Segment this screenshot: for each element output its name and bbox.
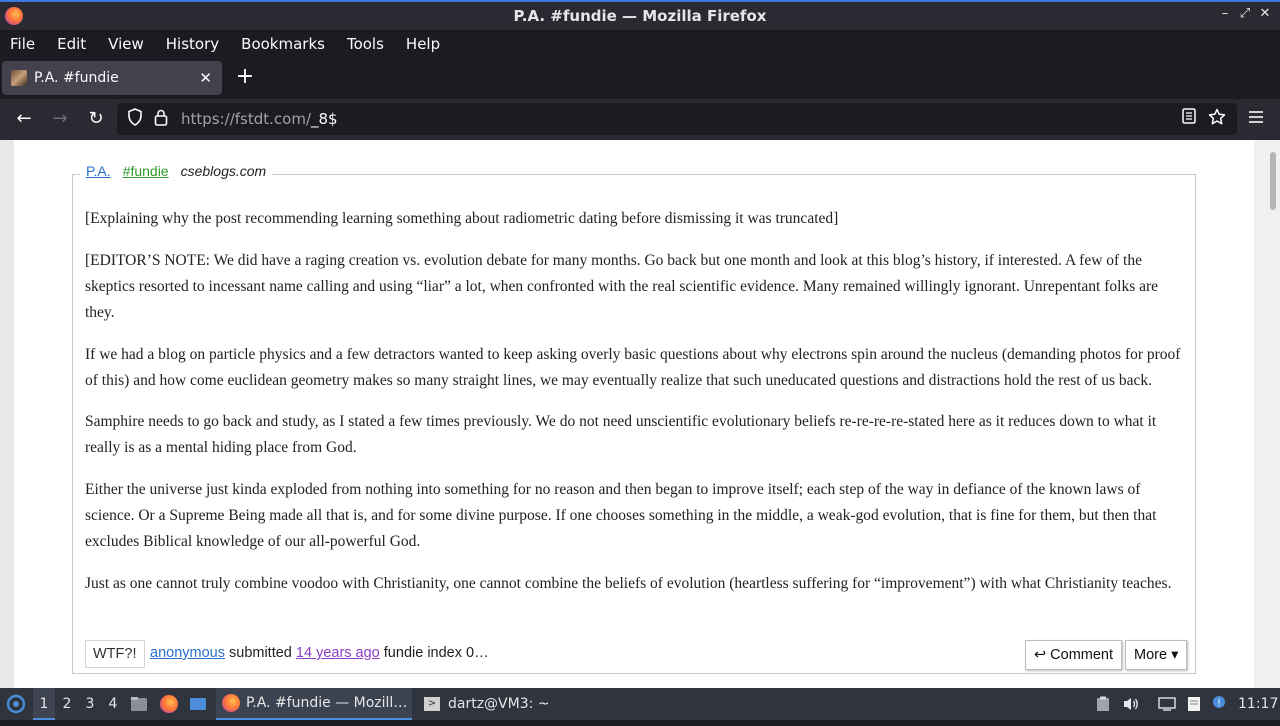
quote-footer: WTF?! anonymous submitted 14 years ago f…: [85, 640, 1188, 670]
quote-paragraph: Either the universe just kinda exploded …: [85, 481, 1157, 551]
display-tray-icon[interactable]: [1156, 688, 1178, 720]
author-link[interactable]: P.A.: [86, 163, 111, 179]
submission-meta: anonymous submitted 14 years ago fundie …: [150, 645, 489, 661]
vertical-scrollbar[interactable]: [1254, 140, 1280, 688]
tab-title: P.A. #fundie: [34, 70, 119, 86]
workspace-1[interactable]: 1: [33, 688, 55, 720]
category-tag-link[interactable]: #fundie: [123, 163, 169, 179]
forward-button[interactable]: →: [48, 107, 72, 131]
close-window-button[interactable]: ✕: [1256, 6, 1274, 21]
start-menu-icon[interactable]: [4, 688, 28, 720]
navigation-bar: ← → ↻ https://fstdt.com/_8$: [0, 99, 1280, 140]
title-bar: P.A. #fundie — Mozilla Firefox – ⤢ ✕: [0, 0, 1280, 30]
file-manager-icon[interactable]: [130, 688, 152, 720]
page-viewport: P.A. #fundie cseblogs.com [Explaining wh…: [0, 140, 1280, 688]
taskbar: 1 2 3 4 P.A. #fundie — Mozill… > dartz@V…: [0, 688, 1280, 720]
window-title: P.A. #fundie — Mozilla Firefox: [513, 7, 767, 25]
menu-view[interactable]: View: [108, 35, 144, 53]
url-text[interactable]: https://fstdt.com/_8$: [181, 110, 338, 128]
clock[interactable]: 11:17: [1238, 688, 1278, 720]
tab-close-button[interactable]: ✕: [199, 69, 212, 87]
quote-body: [Explaining why the post recommending le…: [85, 206, 1185, 613]
terminal-icon: >: [424, 697, 440, 711]
submitted-label: submitted: [229, 645, 292, 661]
taskbar-firefox-window[interactable]: P.A. #fundie — Mozill…: [216, 688, 412, 720]
menu-help[interactable]: Help: [406, 35, 440, 53]
workspace-3[interactable]: 3: [79, 688, 101, 720]
timestamp-link[interactable]: 14 years ago: [296, 645, 380, 661]
new-tab-button[interactable]: +: [234, 65, 256, 89]
quote-paragraph: Samphire needs to go back and study, as …: [85, 413, 1157, 457]
scrollbar-thumb[interactable]: [1270, 152, 1276, 210]
menu-bar: File Edit View History Bookmarks Tools H…: [0, 30, 1280, 57]
firefox-launcher-icon[interactable]: [160, 688, 182, 720]
app-menu-hamburger-icon[interactable]: [1244, 107, 1268, 131]
more-dropdown-button[interactable]: More ▾: [1125, 640, 1188, 670]
wtf-vote-button[interactable]: WTF?!: [85, 640, 145, 668]
taskbar-terminal-window[interactable]: > dartz@VM3: ~: [416, 688, 556, 720]
workspace-2[interactable]: 2: [56, 688, 78, 720]
workspace-4[interactable]: 4: [102, 688, 124, 720]
reload-button[interactable]: ↻: [84, 107, 108, 131]
clipboard-tray-icon[interactable]: [1092, 688, 1114, 720]
source-site: cseblogs.com: [180, 163, 267, 179]
menu-tools[interactable]: Tools: [347, 35, 384, 53]
lock-icon[interactable]: [151, 108, 171, 130]
menu-file[interactable]: File: [10, 35, 35, 53]
tracking-protection-shield-icon[interactable]: [125, 108, 145, 130]
taskbar-terminal-title: dartz@VM3: ~: [448, 696, 550, 712]
quote-paragraph: If we had a blog on particle physics and…: [85, 345, 1181, 389]
quote-paragraph: [Explaining why the post recommending le…: [85, 210, 839, 227]
show-desktop-icon[interactable]: [189, 688, 211, 720]
quote-legend: P.A. #fundie cseblogs.com: [80, 163, 273, 179]
url-bar[interactable]: https://fstdt.com/_8$: [117, 103, 1237, 135]
minimize-button[interactable]: –: [1216, 6, 1234, 21]
page-gutter: [0, 140, 14, 688]
notes-tray-icon[interactable]: [1183, 688, 1205, 720]
firefox-logo-icon: [5, 7, 23, 25]
back-button[interactable]: ←: [12, 107, 36, 131]
firefox-task-icon: [222, 694, 240, 712]
quote-paragraph: [EDITOR’S NOTE: We did have a raging cre…: [85, 251, 1159, 321]
menu-edit[interactable]: Edit: [57, 35, 86, 53]
taskbar-firefox-title: P.A. #fundie — Mozill…: [246, 695, 408, 711]
volume-tray-icon[interactable]: [1120, 688, 1142, 720]
reader-view-icon[interactable]: [1179, 108, 1199, 130]
fundie-index: fundie index 0…: [383, 645, 489, 661]
notification-tray-icon[interactable]: !: [1208, 688, 1230, 720]
svg-text:!: !: [1217, 698, 1221, 709]
menu-history[interactable]: History: [166, 35, 219, 53]
tab-active[interactable]: P.A. #fundie ✕: [2, 61, 222, 95]
tab-strip: P.A. #fundie ✕ +: [0, 57, 1280, 99]
comment-button[interactable]: ↩ Comment: [1025, 640, 1123, 670]
site-favicon-icon: [11, 70, 27, 86]
bookmark-star-icon[interactable]: [1207, 108, 1227, 130]
submitter-link[interactable]: anonymous: [150, 645, 225, 661]
menu-bookmarks[interactable]: Bookmarks: [241, 35, 325, 53]
quote-paragraph: Just as one cannot truly combine voodoo …: [85, 574, 1172, 592]
maximize-button[interactable]: ⤢: [1236, 6, 1254, 21]
